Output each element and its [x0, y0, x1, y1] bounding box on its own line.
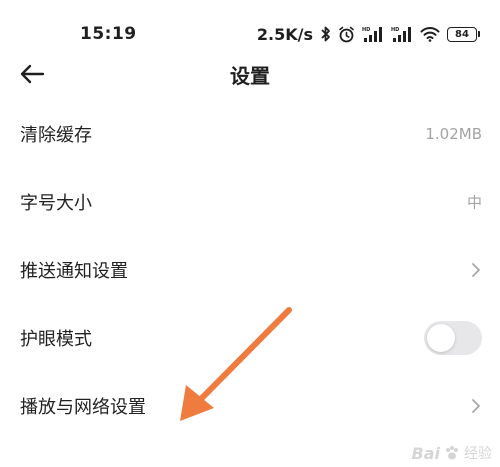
- wifi-icon: [420, 27, 440, 42]
- signal-icon: HD: [362, 27, 382, 42]
- setting-eye-protection: 护眼模式: [0, 304, 500, 372]
- setting-label: 护眼模式: [20, 329, 92, 350]
- svg-text:HD: HD: [362, 27, 370, 33]
- status-bar: 15:19 2.5K/s HD HD 84: [0, 0, 500, 46]
- setting-playback-network[interactable]: 播放与网络设置: [0, 372, 500, 440]
- status-icons: 2.5K/s HD HD 84: [257, 24, 480, 44]
- eye-protection-toggle[interactable]: [424, 321, 482, 355]
- font-size-value: 中: [466, 193, 482, 212]
- app-header: 设置: [0, 52, 500, 96]
- alarm-icon: [339, 26, 354, 42]
- setting-label: 推送通知设置: [20, 261, 128, 282]
- toggle-knob: [427, 324, 455, 352]
- baidu-watermark: Bai 经验: [412, 443, 492, 463]
- status-time: 15:19: [80, 24, 137, 44]
- cache-size-value: 1.02MB: [425, 125, 482, 143]
- setting-label: 字号大小: [20, 193, 92, 214]
- setting-label: 播放与网络设置: [20, 397, 146, 418]
- setting-push-notifications[interactable]: 推送通知设置: [0, 236, 500, 304]
- watermark-sub: 经验: [464, 446, 492, 462]
- network-speed: 2.5K/s: [256, 24, 313, 44]
- battery-level: 84: [447, 26, 477, 42]
- svg-text:HD: HD: [391, 27, 399, 33]
- settings-list: 清除缓存 1.02MB 字号大小 中 推送通知设置 护眼模式 播放与网络设置: [0, 100, 500, 440]
- signal-icon: HD: [391, 27, 411, 42]
- setting-clear-cache[interactable]: 清除缓存 1.02MB: [0, 100, 500, 168]
- setting-label: 清除缓存: [20, 125, 92, 146]
- battery-icon: 84: [447, 26, 480, 42]
- setting-font-size[interactable]: 字号大小 中: [0, 168, 500, 236]
- chevron-right-icon: [472, 399, 480, 413]
- watermark-logo: Bai: [411, 443, 440, 463]
- page-title: 设置: [230, 64, 270, 88]
- bluetooth-icon: [321, 26, 330, 42]
- chevron-right-icon: [472, 263, 480, 277]
- paw-icon: [446, 446, 458, 460]
